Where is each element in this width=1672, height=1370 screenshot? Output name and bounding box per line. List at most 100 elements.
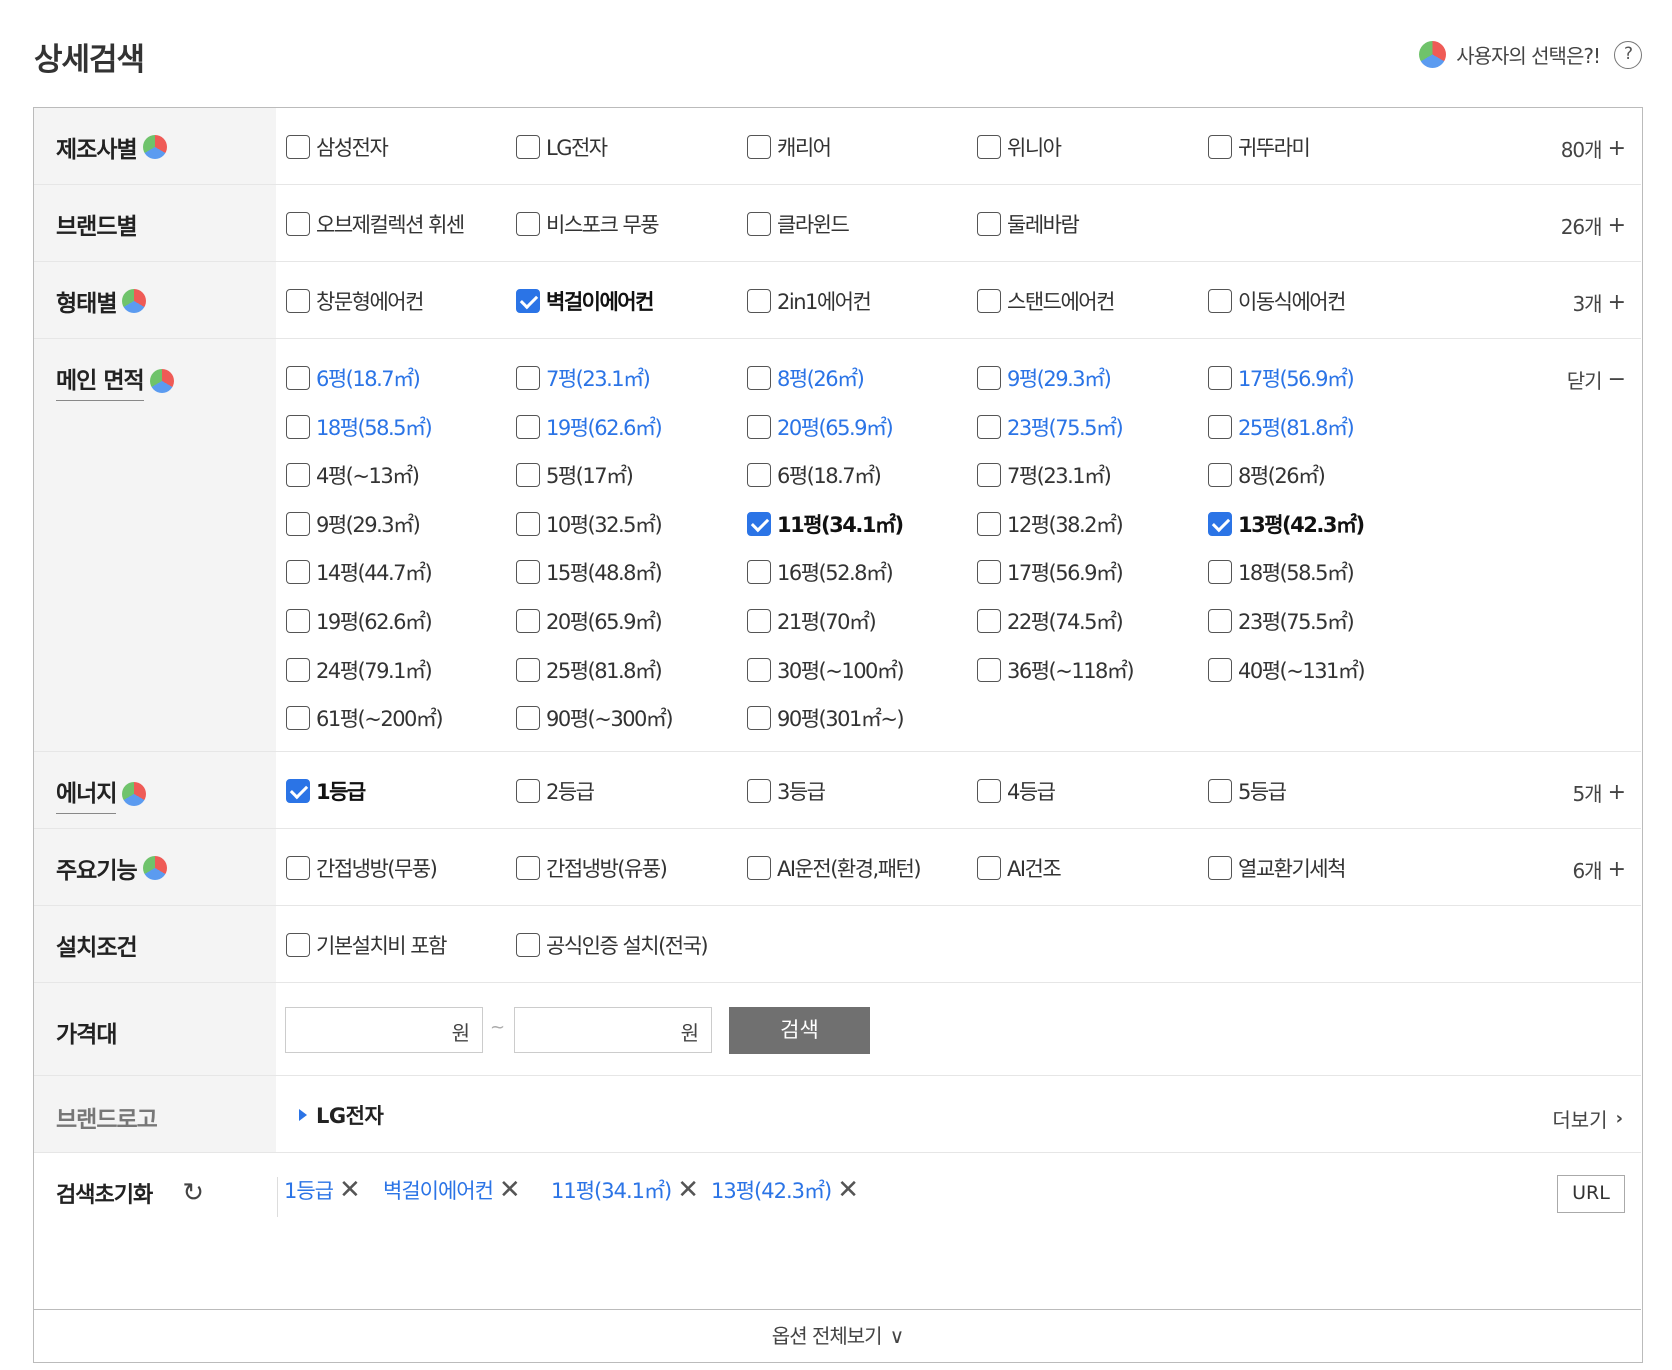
checkbox[interactable] bbox=[1208, 560, 1232, 585]
checkbox[interactable] bbox=[977, 779, 1001, 803]
option-area-1[interactable]: 7평(23.1㎡) bbox=[516, 363, 651, 393]
expand-feature-button[interactable]: 6개 + bbox=[1572, 855, 1626, 884]
option-area-30[interactable]: 24평(79.1㎡) bbox=[286, 655, 433, 685]
user-choice-link[interactable]: 사용자의 선택은?! ? bbox=[1419, 40, 1642, 69]
option-install-0[interactable]: 기본설치비 포함 bbox=[286, 930, 447, 960]
checkbox[interactable] bbox=[286, 609, 310, 633]
checkbox[interactable] bbox=[286, 560, 310, 585]
option-area-9[interactable]: 25평(81.8㎡) bbox=[1208, 412, 1355, 442]
option-area-22[interactable]: 16평(52.8㎡) bbox=[747, 557, 894, 587]
option-type-2[interactable]: 2in1에어컨 bbox=[747, 286, 872, 316]
selected-chip[interactable]: 벽걸이에어컨 ✕ bbox=[383, 1175, 521, 1205]
checkbox[interactable] bbox=[747, 779, 771, 803]
option-area-4[interactable]: 17평(56.9㎡) bbox=[1208, 363, 1355, 393]
option-brand-3[interactable]: 둘레바람 bbox=[977, 209, 1080, 239]
price-min-input[interactable] bbox=[290, 1009, 440, 1051]
checkbox[interactable] bbox=[516, 463, 540, 488]
checkbox[interactable] bbox=[747, 212, 771, 236]
checkbox[interactable] bbox=[747, 856, 771, 880]
option-area-35[interactable]: 61평(~200㎡) bbox=[286, 703, 444, 733]
checkbox[interactable] bbox=[516, 212, 540, 236]
selected-chip[interactable]: 13평(42.3㎡) ✕ bbox=[711, 1175, 859, 1205]
expand-energy-button[interactable]: 5개 + bbox=[1572, 778, 1626, 807]
url-button[interactable]: URL bbox=[1557, 1175, 1625, 1213]
checkbox[interactable] bbox=[286, 289, 310, 313]
close-icon[interactable]: ✕ bbox=[837, 1177, 859, 1203]
checkbox[interactable] bbox=[516, 135, 540, 159]
checkbox[interactable] bbox=[1208, 414, 1232, 439]
checkbox[interactable] bbox=[977, 463, 1001, 488]
checkbox[interactable] bbox=[286, 212, 310, 236]
close-icon[interactable]: ✕ bbox=[499, 1177, 521, 1203]
option-area-28[interactable]: 22평(74.5㎡) bbox=[977, 606, 1124, 636]
option-area-25[interactable]: 19평(62.6㎡) bbox=[286, 606, 433, 636]
selected-chip[interactable]: 1등급 ✕ bbox=[284, 1175, 361, 1205]
checkbox[interactable] bbox=[1208, 289, 1232, 313]
option-energy-0[interactable]: 1등급 bbox=[286, 776, 366, 806]
checkbox[interactable] bbox=[977, 289, 1001, 313]
price-search-button[interactable]: 검색 bbox=[729, 1007, 870, 1054]
option-feature-2[interactable]: AI운전(환경,패턴) bbox=[747, 853, 922, 883]
option-area-26[interactable]: 20평(65.9㎡) bbox=[516, 606, 663, 636]
option-brand-0[interactable]: 오브제컬렉션 휘센 bbox=[286, 209, 465, 239]
option-area-13[interactable]: 7평(23.1㎡) bbox=[977, 460, 1112, 490]
option-type-4[interactable]: 이동식에어컨 bbox=[1208, 286, 1346, 316]
checkbox[interactable] bbox=[516, 511, 540, 536]
option-maker-3[interactable]: 위니아 bbox=[977, 132, 1062, 162]
option-energy-2[interactable]: 3등급 bbox=[747, 776, 826, 806]
option-energy-1[interactable]: 2등급 bbox=[516, 776, 595, 806]
refresh-icon[interactable]: ↻ bbox=[182, 1178, 204, 1208]
option-brand-2[interactable]: 클라윈드 bbox=[747, 209, 850, 239]
checkbox[interactable] bbox=[1208, 609, 1232, 633]
option-area-23[interactable]: 17평(56.9㎡) bbox=[977, 557, 1124, 587]
pie-chart-icon[interactable] bbox=[122, 289, 147, 313]
pie-chart-icon[interactable] bbox=[142, 135, 167, 159]
checkbox[interactable] bbox=[286, 706, 310, 731]
option-area-27[interactable]: 21평(70㎡) bbox=[747, 606, 877, 636]
option-area-5[interactable]: 18평(58.5㎡) bbox=[286, 412, 433, 442]
option-area-18[interactable]: 12평(38.2㎡) bbox=[977, 509, 1124, 539]
option-area-17[interactable]: 11평(34.1㎡) bbox=[747, 509, 904, 539]
checkbox-checked[interactable] bbox=[1208, 511, 1232, 536]
checkbox[interactable] bbox=[977, 609, 1001, 633]
checkbox[interactable] bbox=[977, 212, 1001, 236]
option-feature-4[interactable]: 열교환기세척 bbox=[1208, 853, 1346, 883]
checkbox[interactable] bbox=[516, 657, 540, 682]
option-energy-4[interactable]: 5등급 bbox=[1208, 776, 1287, 806]
checkbox[interactable] bbox=[516, 779, 540, 803]
option-area-12[interactable]: 6평(18.7㎡) bbox=[747, 460, 882, 490]
option-area-6[interactable]: 19평(62.6㎡) bbox=[516, 412, 663, 442]
checkbox[interactable] bbox=[747, 289, 771, 313]
option-area-3[interactable]: 9평(29.3㎡) bbox=[977, 363, 1112, 393]
checkbox[interactable] bbox=[1208, 657, 1232, 682]
brandlogo-lg-link[interactable]: LG전자 bbox=[299, 1100, 384, 1130]
checkbox[interactable] bbox=[286, 856, 310, 880]
option-area-16[interactable]: 10평(32.5㎡) bbox=[516, 509, 663, 539]
option-area-11[interactable]: 5평(17㎡) bbox=[516, 460, 634, 490]
checkbox[interactable] bbox=[977, 657, 1001, 682]
checkbox[interactable] bbox=[747, 657, 771, 682]
checkbox[interactable] bbox=[286, 366, 310, 390]
checkbox[interactable] bbox=[747, 414, 771, 439]
checkbox[interactable] bbox=[747, 135, 771, 159]
checkbox[interactable] bbox=[1208, 856, 1232, 880]
option-feature-1[interactable]: 간접냉방(유풍) bbox=[516, 853, 668, 883]
close-icon[interactable]: ✕ bbox=[677, 1177, 699, 1203]
price-max-field[interactable]: 원 bbox=[514, 1007, 712, 1053]
option-feature-0[interactable]: 간접냉방(무풍) bbox=[286, 853, 438, 883]
checkbox[interactable] bbox=[286, 135, 310, 159]
help-icon[interactable]: ? bbox=[1614, 40, 1642, 69]
option-energy-3[interactable]: 4등급 bbox=[977, 776, 1056, 806]
checkbox[interactable] bbox=[747, 560, 771, 585]
view-all-options-button[interactable]: 옵션 전체보기 ∨ bbox=[34, 1309, 1641, 1362]
option-type-0[interactable]: 창문형에어컨 bbox=[286, 286, 424, 316]
option-area-36[interactable]: 90평(~300㎡) bbox=[516, 703, 674, 733]
checkbox-checked[interactable] bbox=[516, 289, 540, 313]
checkbox[interactable] bbox=[516, 706, 540, 731]
checkbox[interactable] bbox=[286, 657, 310, 682]
checkbox[interactable] bbox=[286, 933, 310, 957]
checkbox[interactable] bbox=[516, 933, 540, 957]
checkbox-checked[interactable] bbox=[747, 511, 771, 536]
checkbox[interactable] bbox=[286, 511, 310, 536]
option-maker-0[interactable]: 삼성전자 bbox=[286, 132, 389, 162]
